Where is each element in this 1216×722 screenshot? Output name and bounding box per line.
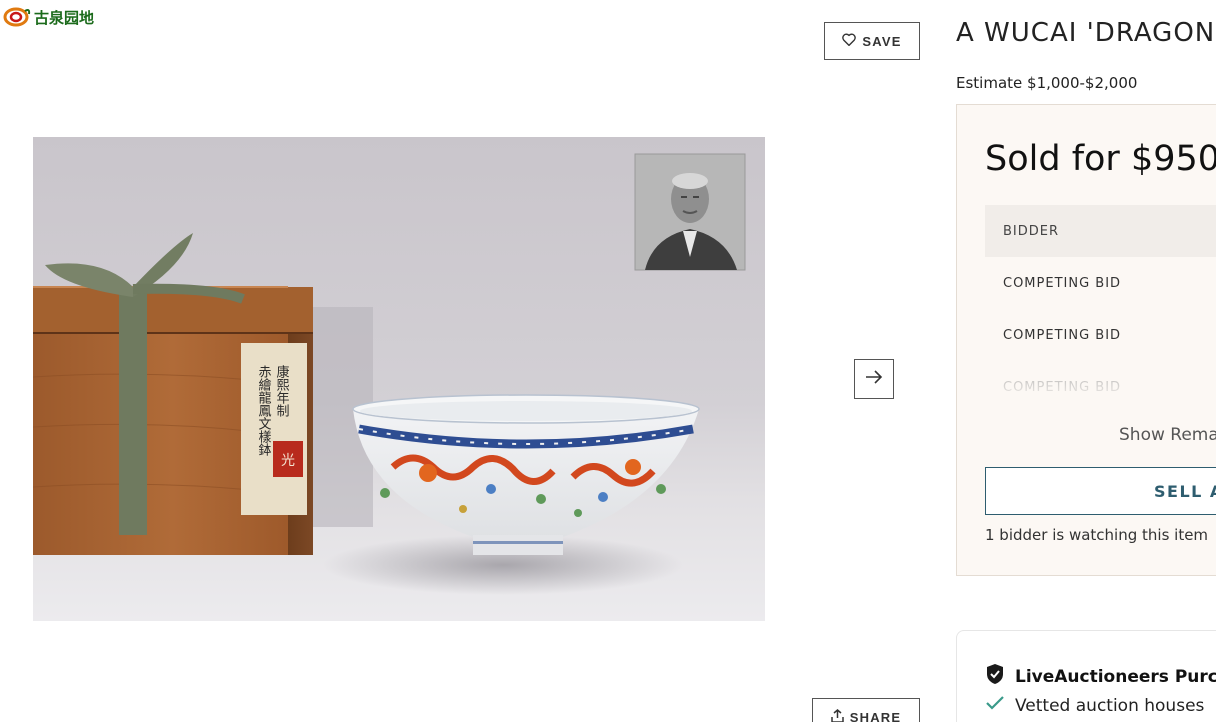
label-line-1: 康熙年制 xyxy=(274,364,290,417)
bid-table-header: BIDDER xyxy=(985,205,1216,257)
save-label: SAVE xyxy=(862,33,902,49)
check-icon xyxy=(985,695,1005,716)
guarantee-header: LiveAuctioneers Purch xyxy=(985,663,1216,690)
logo-text: 古泉园地 xyxy=(34,8,95,27)
guarantee-item: Vetted auction houses xyxy=(985,695,1204,716)
lot-estimate: Estimate $1,000-$2,000 xyxy=(956,74,1138,92)
sell-similar-button[interactable]: SELL A xyxy=(985,467,1216,515)
label-line-2: 赤繪龍鳳文樣鉢 xyxy=(256,365,272,456)
share-label: SHARE xyxy=(849,709,902,722)
lot-title: A WUCAI 'DRAGON A xyxy=(956,18,1216,48)
seal-text: 光 xyxy=(281,453,295,469)
shield-check-icon xyxy=(985,663,1005,690)
portrait-photo xyxy=(634,153,746,271)
save-button[interactable]: SAVE xyxy=(824,22,920,60)
show-remaining-bids-link[interactable]: Show Rema xyxy=(1119,425,1216,445)
bid-table-fade xyxy=(985,357,1216,397)
share-button[interactable]: SHARE xyxy=(812,698,920,722)
sold-price: Sold for $950 xyxy=(985,139,1216,179)
bid-row: COMPETING BID xyxy=(1003,327,1122,343)
purchase-guarantee-card: LiveAuctioneers Purch Vetted auction hou… xyxy=(956,630,1216,722)
arrow-right-icon xyxy=(865,369,883,389)
watchers-count: 1 bidder is watching this item xyxy=(985,526,1209,544)
guarantee-title: LiveAuctioneers Purch xyxy=(1015,666,1216,687)
bid-panel: Sold for $950 BIDDER COMPETING BID COMPE… xyxy=(956,104,1216,576)
logo-swirl-icon xyxy=(3,6,31,28)
guarantee-item-text: Vetted auction houses xyxy=(1015,695,1205,716)
next-image-button[interactable] xyxy=(854,359,894,399)
lot-main-image[interactable]: 康熙年制 赤繪龍鳳文樣鉢 光 xyxy=(33,137,765,621)
site-logo: 古泉园地 xyxy=(3,6,94,28)
heart-icon xyxy=(842,33,857,49)
share-icon xyxy=(830,708,844,722)
bid-row: COMPETING BID xyxy=(1003,275,1122,291)
